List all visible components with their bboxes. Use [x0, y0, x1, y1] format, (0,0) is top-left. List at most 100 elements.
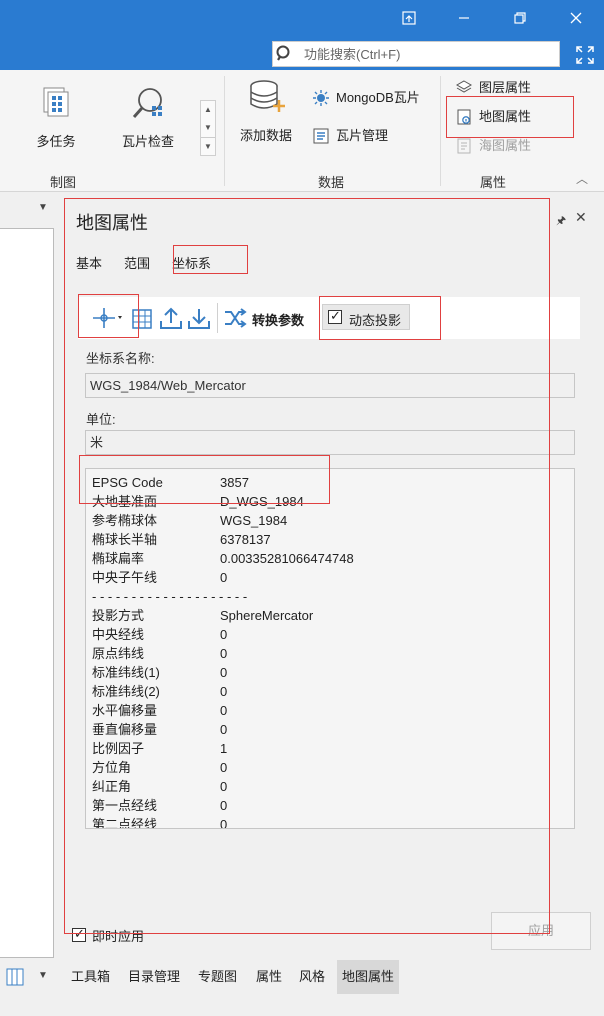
ribbon-separator: [440, 76, 441, 186]
toolbar-separator: [217, 303, 218, 333]
info-value: SphereMercator: [220, 608, 314, 623]
mongodb-tiles-label: MongoDB瓦片: [336, 90, 420, 105]
tile-check-label: 瓦片检查: [121, 134, 174, 149]
chart-props-label: 海图属性: [479, 138, 532, 153]
info-value: 6378137: [220, 532, 271, 547]
bottom-tab-toolbox[interactable]: 工具箱: [66, 960, 115, 994]
info-key: 比例因子: [92, 741, 145, 756]
search-input[interactable]: [300, 42, 558, 66]
crs-name-field: WGS_1984/Web_Mercator: [85, 373, 575, 398]
check-mark-icon: ✓: [74, 926, 85, 941]
group-label-props: 属性: [480, 175, 507, 190]
pin-icon[interactable]: 🖈: [556, 212, 566, 231]
info-value: 0: [220, 817, 228, 829]
dropdown-arrow-icon[interactable]: ▼: [38, 970, 48, 981]
ribbon-separator: [224, 76, 225, 186]
add-data-button[interactable]: 添加数据: [236, 78, 296, 144]
chart-props-button[interactable]: 海图属性: [455, 134, 531, 158]
check-mark-icon: ✓: [330, 308, 341, 323]
info-key: - - - - - - - - - - - - - - - - - - - -: [92, 589, 248, 604]
info-key: 椭球扁率: [92, 551, 145, 566]
convert-params-icon[interactable]: [222, 305, 248, 331]
info-key: 标准纬线(2): [92, 684, 160, 699]
left-dock-header: ▼: [0, 198, 58, 222]
info-value: D_WGS_1984: [220, 494, 304, 509]
convert-params-button[interactable]: 转换参数: [252, 310, 304, 329]
tab-coordinate-system[interactable]: 坐标系: [172, 253, 211, 272]
ribbon-gallery-scroll[interactable]: ▲ ▼ ▼: [200, 100, 216, 156]
info-key: 投影方式: [92, 608, 145, 623]
info-value: 3857: [220, 475, 249, 490]
multitask-button[interactable]: 多任务: [28, 84, 84, 150]
mongodb-icon: [313, 90, 329, 106]
fullscreen-icon[interactable]: [574, 44, 596, 66]
apply-now-label: 即时应用: [92, 929, 145, 944]
tile-manage-label: 瓦片管理: [336, 128, 389, 143]
crs-details-box: EPSG Code 3857 大地基准面 D_WGS_1984 参考椭球体 WGS_198…: [85, 468, 575, 829]
info-key: 第一点经线: [92, 798, 158, 813]
chart-props-icon: [457, 138, 471, 154]
info-key: 纠正角: [92, 779, 132, 794]
info-key: EPSG Code: [92, 475, 163, 490]
info-value: WGS_1984: [220, 513, 288, 528]
tab-basic[interactable]: 基本: [76, 253, 102, 272]
bottom-tab-catalog[interactable]: 目录管理: [123, 960, 185, 994]
layer-props-button[interactable]: 图层属性: [455, 76, 531, 100]
tile-check-button[interactable]: 瓦片检查: [116, 84, 180, 150]
close-panel-icon[interactable]: ✕: [575, 209, 587, 226]
dynamic-projection-checkbox[interactable]: ✓: [328, 308, 342, 324]
multitask-label: 多任务: [36, 134, 76, 149]
crs-projection-icon[interactable]: [90, 305, 124, 331]
info-key: 参考椭球体: [92, 513, 158, 528]
minimize-icon[interactable]: [452, 8, 476, 32]
info-value: 1: [220, 741, 228, 756]
ribbon: 多任务 瓦片检查 ▲ ▼ ▼ 添加数据 MongoDB瓦片 瓦片管理 图层属性: [0, 70, 604, 192]
info-key: 第二点经线: [92, 817, 158, 829]
info-key: 大地基准面: [92, 494, 158, 509]
map-props-icon: [457, 109, 471, 125]
info-value: 0: [220, 703, 228, 718]
apply-now-checkbox[interactable]: ✓: [72, 926, 86, 942]
info-key: 垂直偏移量: [92, 722, 158, 737]
tab-extent[interactable]: 范围: [124, 253, 150, 272]
dynamic-projection-toggle[interactable]: ✓ 动态投影: [322, 304, 410, 330]
group-label-data: 数据: [318, 175, 345, 190]
info-value: 0: [220, 646, 228, 661]
tile-manage-icon: [313, 128, 329, 144]
info-value: 0: [220, 570, 228, 585]
info-key: 标准纬线(1): [92, 665, 160, 680]
unit-field: 米: [85, 430, 575, 455]
info-value: 0: [220, 798, 228, 813]
tile-manage-button[interactable]: 瓦片管理: [312, 124, 388, 148]
info-value: 0: [220, 627, 228, 642]
mongodb-tiles-button[interactable]: MongoDB瓦片: [312, 86, 420, 110]
info-value: 0: [220, 760, 228, 775]
multitask-icon: [43, 87, 69, 117]
upload-icon[interactable]: [158, 305, 184, 331]
layout-icon[interactable]: [6, 968, 24, 986]
search-icon[interactable]: [274, 44, 294, 64]
apply-button[interactable]: 应用: [491, 912, 591, 950]
info-key: 中央子午线: [92, 570, 158, 585]
add-data-icon: [250, 80, 285, 112]
dynamic-projection-label: 动态投影: [349, 313, 402, 328]
dropdown-arrow-icon[interactable]: ▼: [38, 202, 48, 213]
import-crs-icon[interactable]: [130, 305, 156, 331]
download-icon[interactable]: [186, 305, 212, 331]
close-icon[interactable]: [564, 8, 588, 32]
bottom-tab-properties[interactable]: 属性: [251, 960, 287, 994]
layers-icon: [455, 80, 473, 93]
group-label-draw: 制图: [50, 175, 77, 190]
bottom-tab-style[interactable]: 风格: [294, 960, 330, 994]
bottom-tab-map-properties[interactable]: 地图属性: [337, 960, 400, 994]
bottom-tab-thematic[interactable]: 专题图: [193, 960, 242, 994]
left-dock-content: [0, 228, 54, 958]
ribbon-collapse-icon[interactable]: ︿: [576, 170, 588, 187]
add-data-label: 添加数据: [239, 128, 292, 143]
bottom-tab-bar: 工具箱 目录管理 专题图 属性 风格 地图属性: [62, 960, 604, 994]
info-value: 0.00335281066474748: [220, 551, 354, 566]
map-props-button[interactable]: 地图属性: [455, 105, 531, 129]
info-key: 椭球长半轴: [92, 532, 158, 547]
restore-icon[interactable]: [508, 8, 532, 32]
ribbon-display-icon[interactable]: [397, 8, 421, 32]
